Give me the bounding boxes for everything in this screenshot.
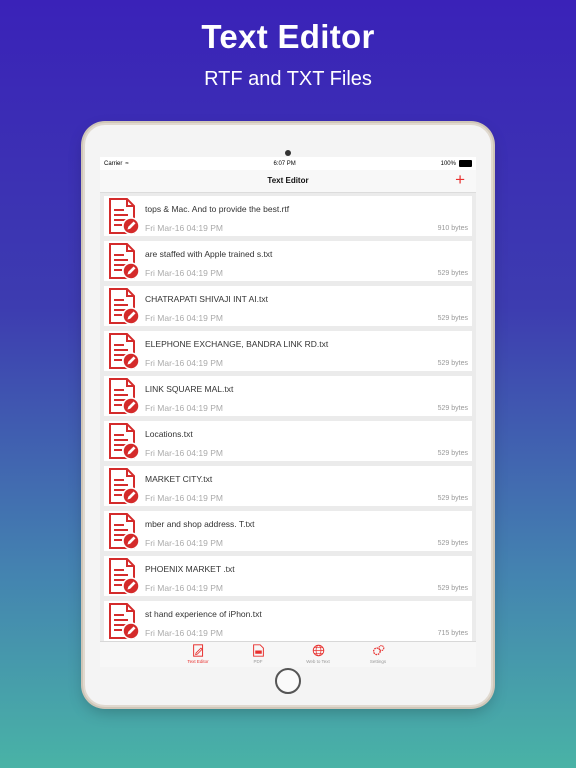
tab-label: Web to Text [306,659,330,664]
file-date: Fri Mar-16 04:19 PM [145,268,223,278]
file-size: 529 bytes [437,270,468,277]
file-row[interactable]: LINK SQUARE MAL.txt Fri Mar-16 04:19 PM … [104,376,472,416]
file-name: ELEPHONE EXCHANGE, BANDRA LINK RD.txt [145,339,329,349]
file-date: Fri Mar-16 04:19 PM [145,223,223,233]
document-edit-icon [109,378,140,415]
file-size: 529 bytes [437,585,468,592]
globe-icon [312,644,324,657]
status-bar: Carrier ≈ 6:07 PM 100% [100,157,476,170]
edit-icon [192,644,203,657]
tab-web-to-text[interactable]: Web to Text [303,642,333,667]
file-row[interactable]: CHATRAPATI SHIVAJI INT AI.txt Fri Mar-16… [104,286,472,326]
nav-title: Text Editor [267,176,309,185]
ipad-frame: Carrier ≈ 6:07 PM 100% Text Editor + top… [85,125,491,705]
document-edit-icon [109,513,140,550]
file-name: LINK SQUARE MAL.txt [145,384,234,394]
file-row[interactable]: tops & Mac. And to provide the best.rtf … [104,196,472,236]
file-name: Locations.txt [145,429,193,439]
file-date: Fri Mar-16 04:19 PM [145,493,223,503]
tab-label: Settings [369,659,387,664]
file-row[interactable]: Locations.txt Fri Mar-16 04:19 PM 529 by… [104,421,472,461]
file-size: 529 bytes [437,315,468,322]
promo-subtitle: RTF and TXT Files [204,68,372,90]
file-date: Fri Mar-16 04:19 PM [145,313,223,323]
document-edit-icon [109,468,140,505]
add-file-button[interactable]: + [455,171,465,189]
file-row[interactable]: st hand experience of iPhon.txt Fri Mar-… [104,601,472,641]
file-row[interactable]: mber and shop address. T.txt Fri Mar-16 … [104,511,472,551]
file-date: Fri Mar-16 04:19 PM [145,628,223,638]
file-name: PHOENIX MARKET .txt [145,564,235,574]
file-date: Fri Mar-16 04:19 PM [145,448,223,458]
file-name: mber and shop address. T.txt [145,519,255,529]
home-button[interactable] [275,668,301,694]
wifi-icon: ≈ [125,160,129,167]
document-edit-icon [109,603,140,640]
document-edit-icon [109,243,140,280]
tab-pdf[interactable]: PDF [243,642,273,667]
file-name: are staffed with Apple trained s.txt [145,249,273,259]
camera [285,150,291,156]
document-edit-icon [109,288,140,325]
file-row[interactable]: MARKET CITY.txt Fri Mar-16 04:19 PM 529 … [104,466,472,506]
file-size: 715 bytes [437,630,468,637]
carrier-label: Carrier [104,160,123,167]
file-size: 529 bytes [437,540,468,547]
battery-icon [458,160,472,167]
pdf-icon [252,644,264,657]
navigation-bar: Text Editor + [100,170,476,193]
file-name: CHATRAPATI SHIVAJI INT AI.txt [145,294,268,304]
file-name: tops & Mac. And to provide the best.rtf [145,204,290,214]
file-row[interactable]: ELEPHONE EXCHANGE, BANDRA LINK RD.txt Fr… [104,331,472,371]
file-name: st hand experience of iPhon.txt [145,609,262,619]
file-size: 529 bytes [437,495,468,502]
file-list: tops & Mac. And to provide the best.rtf … [100,193,476,645]
document-edit-icon [109,198,140,235]
status-time: 6:07 PM [273,160,296,167]
gears-icon [372,645,384,656]
file-size: 529 bytes [437,405,468,412]
tab-label: Text Editor [187,659,209,664]
file-date: Fri Mar-16 04:19 PM [145,583,223,593]
battery-percent: 100% [440,160,456,167]
file-date: Fri Mar-16 04:19 PM [145,538,223,548]
file-size: 529 bytes [437,450,468,457]
file-row[interactable]: PHOENIX MARKET .txt Fri Mar-16 04:19 PM … [104,556,472,596]
tab-text-editor[interactable]: Text Editor [183,642,213,667]
promo-title: Text Editor [201,18,375,55]
file-date: Fri Mar-16 04:19 PM [145,358,223,368]
file-date: Fri Mar-16 04:19 PM [145,403,223,413]
file-size: 529 bytes [437,360,468,367]
tab-label: PDF [253,659,263,664]
app-screen: Carrier ≈ 6:07 PM 100% Text Editor + top… [100,157,476,667]
file-row[interactable]: are staffed with Apple trained s.txt Fri… [104,241,472,281]
tab-settings[interactable]: Settings [363,642,393,667]
document-edit-icon [109,423,140,460]
file-size: 910 bytes [437,225,468,232]
file-name: MARKET CITY.txt [145,474,213,484]
document-edit-icon [109,558,140,595]
document-edit-icon [109,333,140,370]
tab-bar: Text Editor PDF Web to Text Settings [100,641,476,667]
